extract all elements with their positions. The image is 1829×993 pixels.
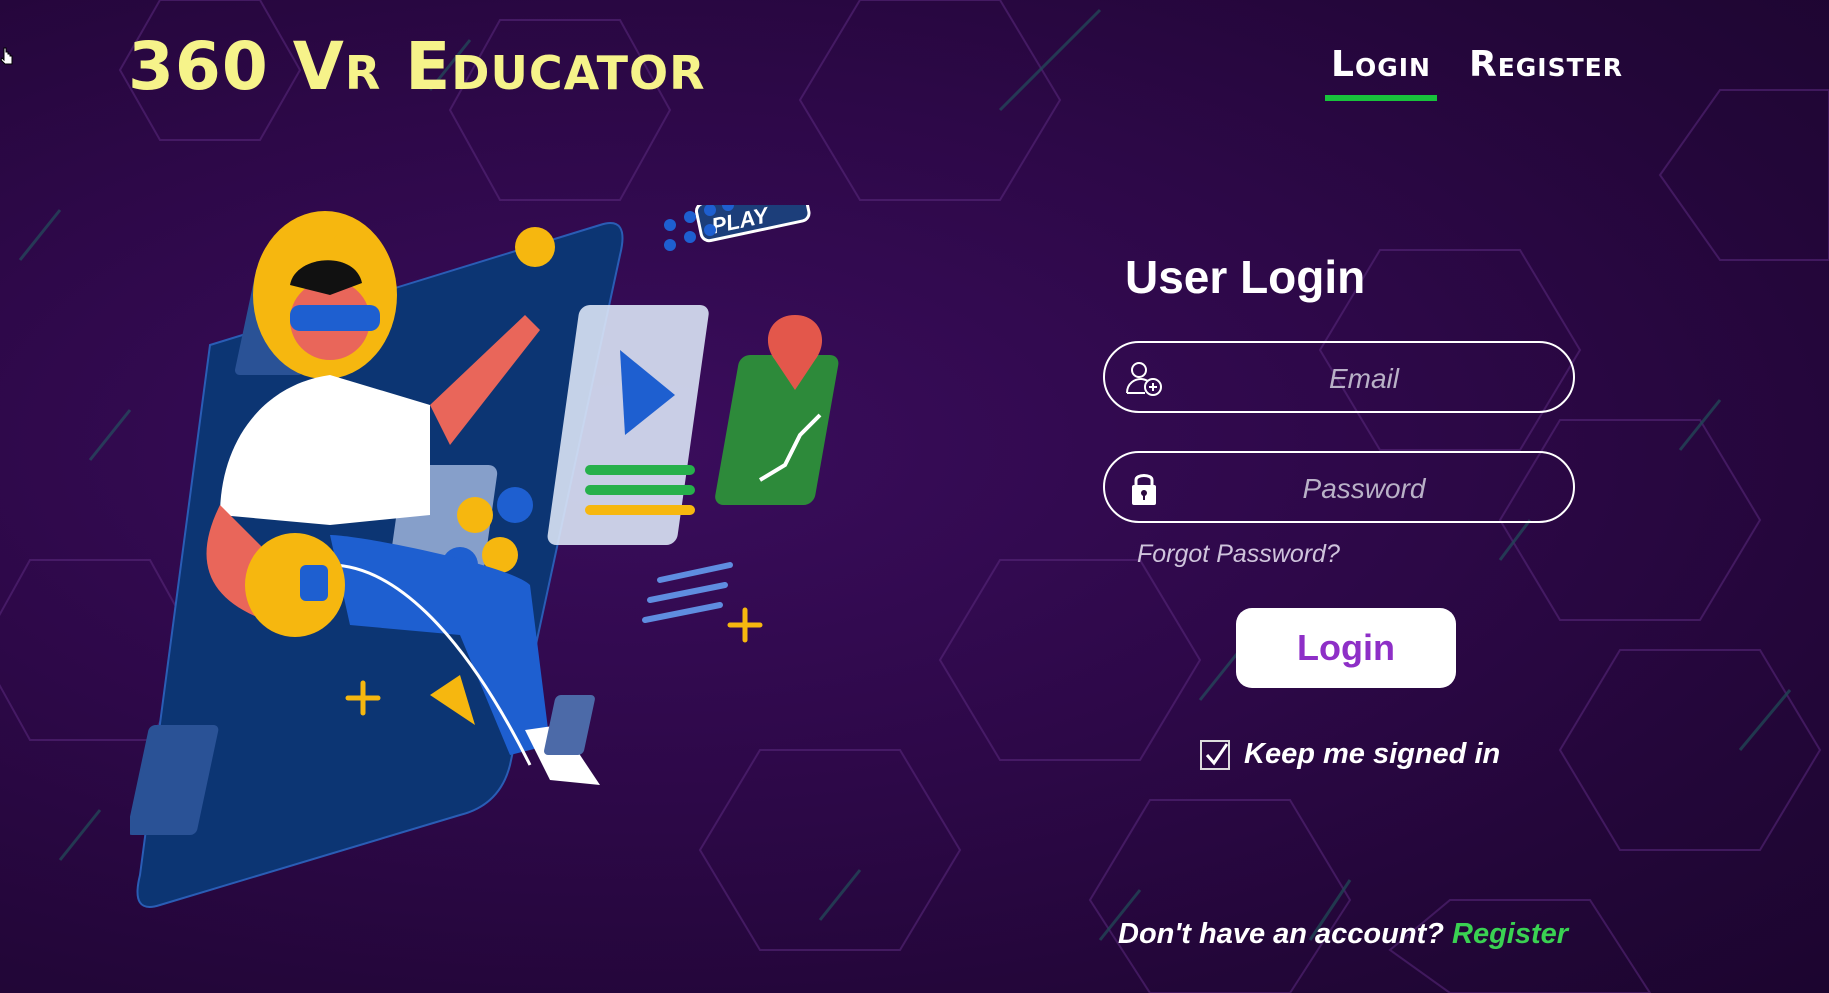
- login-button[interactable]: Login: [1236, 608, 1456, 688]
- login-title: User Login: [1125, 251, 1366, 303]
- keep-signed-in: Keep me signed in: [1200, 738, 1500, 771]
- brand-title: 360 Vr Educator: [128, 28, 706, 105]
- email-input[interactable]: [1185, 357, 1543, 401]
- register-link[interactable]: Register: [1452, 918, 1568, 950]
- forgot-password-link[interactable]: Forgot Password?: [1137, 540, 1340, 569]
- email-field[interactable]: [1103, 341, 1575, 413]
- signup-prompt: Don't have an account? Register: [1118, 918, 1568, 951]
- keep-signed-in-checkbox[interactable]: [1200, 739, 1230, 770]
- cursor-icon: [0, 46, 16, 71]
- no-account-text: Don't have an account?: [1118, 918, 1444, 950]
- password-field[interactable]: [1103, 451, 1575, 523]
- vr-illustration: PLAY: [130, 205, 839, 908]
- top-nav: Login Register: [1325, 40, 1629, 101]
- keep-signed-in-label: Keep me signed in: [1244, 738, 1501, 770]
- nav-register[interactable]: Register: [1463, 40, 1629, 101]
- user-add-icon: [1126, 362, 1162, 396]
- checkmark-icon: [1205, 742, 1229, 765]
- nav-login[interactable]: Login: [1325, 40, 1437, 101]
- password-input[interactable]: [1185, 467, 1543, 511]
- lock-icon: [1132, 474, 1156, 505]
